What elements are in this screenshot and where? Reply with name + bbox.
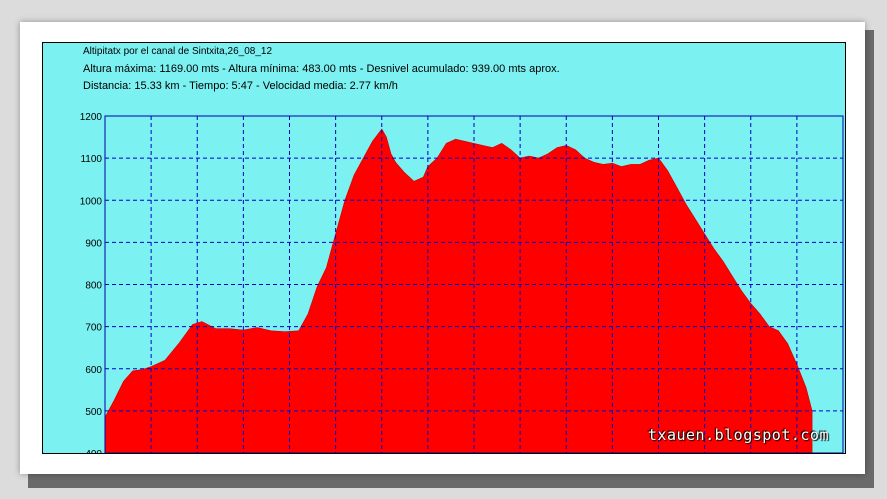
y-tick-label-600: 600: [85, 365, 102, 376]
y-tick-label-1100: 1100: [80, 154, 102, 165]
y-tick-label-500: 500: [85, 407, 102, 418]
elevation-chart: 0123456789101112131415164005006007008009…: [80, 112, 844, 453]
figure: Altipitatx por el canal de Sintxita,26_0…: [0, 0, 887, 499]
watermark-text: txauen.blogspot.com: [647, 426, 829, 444]
y-tick-label-800: 800: [85, 281, 102, 292]
elevation-area: [104, 128, 813, 453]
chart-panel: Altipitatx por el canal de Sintxita,26_0…: [42, 42, 846, 454]
y-tick-label-1200: 1200: [80, 112, 103, 123]
y-tick-label-900: 900: [85, 238, 102, 249]
y-tick-label-1000: 1000: [80, 196, 103, 207]
y-tick-label-400: 400: [85, 449, 102, 453]
y-tick-label-700: 700: [85, 323, 102, 334]
photo-frame: Altipitatx por el canal de Sintxita,26_0…: [20, 22, 865, 474]
